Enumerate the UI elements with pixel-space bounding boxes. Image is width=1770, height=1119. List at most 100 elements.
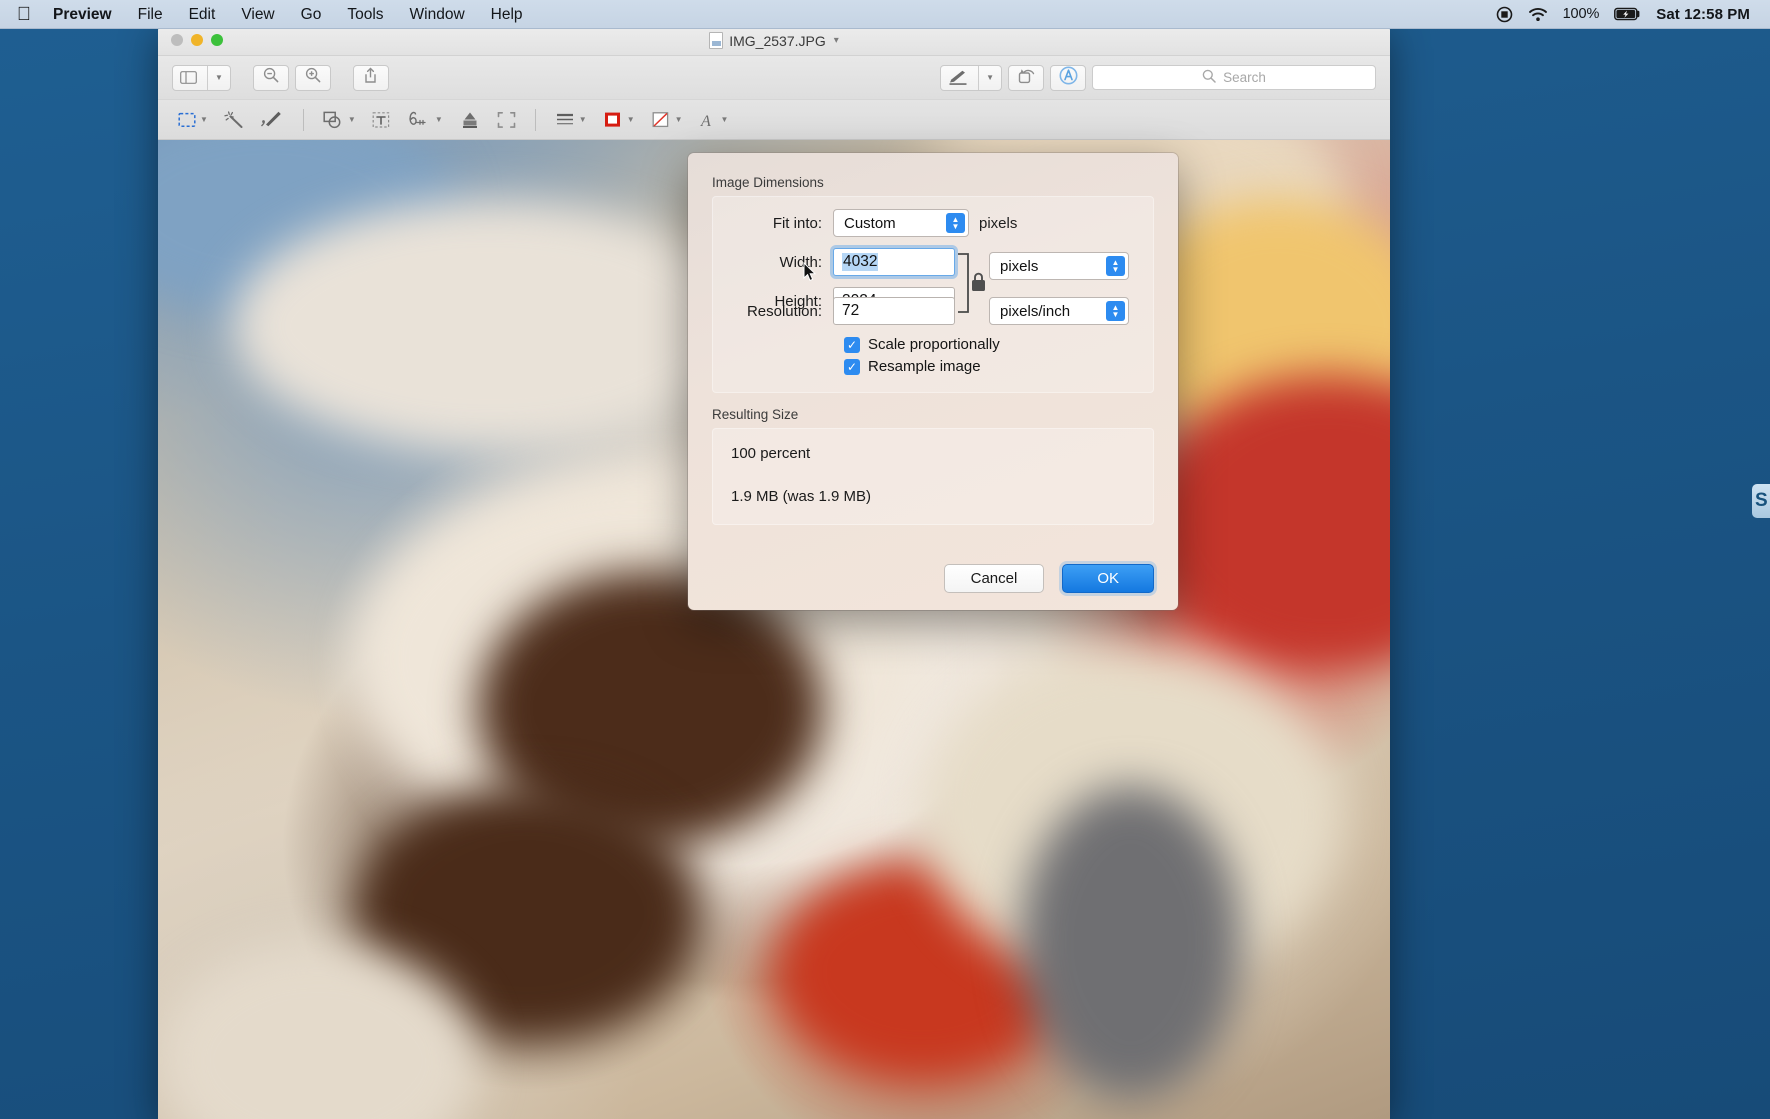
result-file-size: 1.9 MB (was 1.9 MB) bbox=[731, 488, 872, 505]
shape-style-tool[interactable]: ▼ bbox=[549, 106, 593, 134]
crop-tool[interactable] bbox=[491, 106, 522, 134]
share-icon bbox=[363, 67, 378, 89]
size-unit-value: pixels bbox=[1000, 257, 1039, 275]
chevron-down-icon[interactable]: ▾ bbox=[834, 35, 839, 46]
svg-text:A: A bbox=[700, 113, 711, 129]
resolution-label: Resolution: bbox=[746, 302, 822, 320]
image-dimensions-label: Image Dimensions bbox=[712, 175, 824, 190]
fill-color-tool[interactable]: ▼ bbox=[645, 106, 689, 134]
menu-item-file[interactable]: File bbox=[125, 0, 176, 29]
resolution-value: 72 bbox=[842, 302, 860, 319]
chevron-down-icon[interactable]: ▼ bbox=[435, 115, 443, 124]
zoom-out-icon bbox=[263, 67, 279, 88]
fit-into-value: Custom bbox=[844, 214, 896, 232]
width-input[interactable]: 4032 bbox=[833, 248, 955, 276]
chevron-down-icon[interactable]: ▼ bbox=[579, 115, 587, 124]
highlight-tool[interactable] bbox=[453, 106, 487, 134]
fit-into-select[interactable]: Custom ▲ ▼ bbox=[833, 209, 969, 237]
document-title-label[interactable]: IMG_2537.JPG bbox=[729, 33, 826, 49]
resolution-unit-value: pixels/inch bbox=[1000, 302, 1071, 320]
menu-bar-clock[interactable]: Sat 12:58 PM bbox=[1656, 6, 1750, 23]
sidebar-button[interactable]: ▼ bbox=[172, 64, 231, 91]
document-title: IMG_2537.JPG ▾ bbox=[158, 25, 1390, 56]
wifi-icon[interactable] bbox=[1528, 7, 1548, 22]
zoom-in-icon bbox=[305, 67, 321, 88]
zoom-in-button[interactable] bbox=[294, 64, 331, 91]
menu-bar-items:  Preview File Edit View Go Tools Window… bbox=[14, 0, 536, 29]
resolution-input[interactable]: 72 bbox=[833, 297, 955, 325]
fit-into-label: Fit into: bbox=[772, 214, 822, 232]
menu-item-preview[interactable]: Preview bbox=[40, 0, 125, 29]
edge-app-badge[interactable]: S bbox=[1752, 484, 1770, 518]
menu-item-window[interactable]: Window bbox=[397, 0, 478, 29]
aspect-link-bracket bbox=[955, 248, 989, 318]
fit-into-stepper-icon[interactable]: ▲ ▼ bbox=[946, 213, 965, 233]
menu-bar-status-items: 100% Sat 12:58 PM bbox=[1496, 6, 1756, 23]
toolbar-right-group: ▼ Search bbox=[940, 64, 1376, 91]
shapes-tool[interactable]: ▼ bbox=[317, 106, 362, 134]
chevron-down-icon[interactable]: ▼ bbox=[721, 115, 729, 124]
text-box-tool[interactable] bbox=[366, 106, 396, 134]
width-value: 4032 bbox=[842, 253, 879, 271]
sketch-pen-tool[interactable] bbox=[254, 106, 290, 134]
markup-pen-icon[interactable] bbox=[941, 66, 975, 90]
border-color-tool[interactable]: ▼ bbox=[597, 106, 641, 134]
share-button[interactable] bbox=[352, 64, 389, 91]
chevron-down-icon[interactable]: ▼ bbox=[200, 115, 208, 124]
menu-bar:  Preview File Edit View Go Tools Window… bbox=[0, 0, 1770, 29]
chevron-down-icon[interactable]: ▼ bbox=[627, 115, 635, 124]
scale-proportionally-checkbox[interactable]: ✓ bbox=[844, 336, 860, 353]
resample-image-label: Resample image bbox=[868, 358, 981, 375]
main-toolbar: ▼ ▼ Search bbox=[158, 56, 1390, 100]
instant-alpha-wand-tool[interactable] bbox=[218, 106, 250, 134]
resulting-size-label: Resulting Size bbox=[712, 407, 799, 422]
mouse-cursor bbox=[803, 261, 817, 282]
annotate-button[interactable] bbox=[1050, 64, 1086, 91]
toolbar-divider-2 bbox=[534, 108, 536, 131]
scale-proportionally-label: Scale proportionally bbox=[868, 336, 1000, 353]
battery-percent-label: 100% bbox=[1562, 6, 1600, 22]
markup-button[interactable]: ▼ bbox=[940, 64, 1002, 91]
chevron-down-icon[interactable]: ▼ bbox=[675, 115, 683, 124]
menu-item-help[interactable]: Help bbox=[478, 0, 536, 29]
size-unit-stepper-icon[interactable]: ▲ ▼ bbox=[1106, 256, 1125, 276]
markup-toolbar: ▼ ▼ ▼ ▼ ▼ ▼ A ▼ bbox=[158, 100, 1390, 140]
resolution-unit-stepper-icon[interactable]: ▲ ▼ bbox=[1106, 301, 1125, 321]
chevron-down-icon[interactable]: ▼ bbox=[348, 115, 356, 124]
image-dimensions-panel: Fit into: Custom ▲ ▼ pixels Width: 4032 … bbox=[712, 196, 1154, 393]
preview-window: IMG_2537.JPG ▾ ▼ ▼ Search ▼ ▼ ▼ ▼ ▼ ▼ A … bbox=[158, 25, 1390, 1119]
search-placeholder: Search bbox=[1223, 70, 1266, 85]
search-input[interactable]: Search bbox=[1092, 65, 1376, 90]
sidebar-chevron-down-icon[interactable]: ▼ bbox=[207, 65, 230, 90]
scale-proportionally-row[interactable]: ✓ Scale proportionally bbox=[844, 336, 1139, 353]
battery-charging-icon[interactable] bbox=[1614, 7, 1641, 21]
resample-image-checkbox[interactable]: ✓ bbox=[844, 358, 860, 375]
annotate-icon bbox=[1059, 66, 1078, 90]
fit-into-row: Fit into: Custom ▲ ▼ pixels bbox=[713, 209, 1139, 237]
resulting-size-panel: 100 percent 1.9 MB (was 1.9 MB) bbox=[712, 428, 1154, 525]
rotate-button[interactable] bbox=[1008, 64, 1044, 91]
sidebar-icon[interactable] bbox=[173, 66, 204, 90]
resample-image-row[interactable]: ✓ Resample image bbox=[844, 358, 1139, 375]
ok-button[interactable]: OK bbox=[1062, 564, 1154, 593]
resolution-unit-select[interactable]: pixels/inch ▲ ▼ bbox=[989, 297, 1129, 325]
size-unit-select[interactable]: pixels ▲ ▼ bbox=[989, 252, 1129, 280]
dialog-buttons: Cancel OK bbox=[943, 564, 1154, 593]
markup-chevron-down-icon[interactable]: ▼ bbox=[978, 65, 1001, 90]
menu-item-edit[interactable]: Edit bbox=[176, 0, 229, 29]
zoom-out-button[interactable] bbox=[252, 64, 289, 91]
image-resize-dialog: Image Dimensions Fit into: Custom ▲ ▼ pix… bbox=[688, 153, 1178, 610]
text-style-tool[interactable]: A ▼ bbox=[693, 106, 735, 134]
window-title-bar: IMG_2537.JPG ▾ bbox=[158, 25, 1390, 56]
menu-item-view[interactable]: View bbox=[228, 0, 287, 29]
cancel-button[interactable]: Cancel bbox=[943, 564, 1045, 593]
rectangular-selection-tool[interactable]: ▼ bbox=[172, 106, 214, 134]
menu-item-tools[interactable]: Tools bbox=[334, 0, 396, 29]
record-icon[interactable] bbox=[1496, 6, 1513, 23]
toolbar-divider bbox=[302, 108, 304, 131]
menu-item-go[interactable]: Go bbox=[288, 0, 335, 29]
result-percent: 100 percent bbox=[731, 445, 811, 462]
apple-menu-icon[interactable]:  bbox=[14, 3, 34, 25]
signature-tool[interactable]: ▼ bbox=[400, 106, 449, 134]
width-row: Width: 4032 bbox=[713, 248, 955, 276]
